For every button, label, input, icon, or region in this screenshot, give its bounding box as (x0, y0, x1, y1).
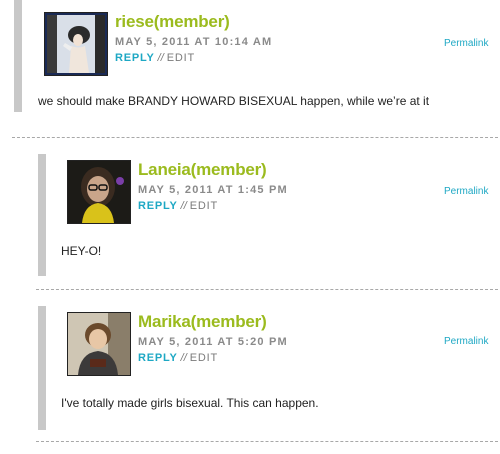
comment-actions: REPLY//EDIT (138, 200, 218, 212)
reply-link[interactable]: REPLY (115, 52, 155, 64)
edit-link[interactable]: EDIT (167, 52, 195, 64)
avatar[interactable] (44, 12, 108, 76)
comment-date: MAY 5, 2011 AT 10:14 AM (115, 36, 273, 48)
comment-divider (36, 441, 498, 442)
comment-thread: riese(member) MAY 5, 2011 AT 10:14 AM RE… (0, 0, 500, 454)
edit-link[interactable]: EDIT (190, 352, 218, 364)
comment-laneia: Laneia(member) MAY 5, 2011 AT 1:45 PM RE… (0, 150, 500, 280)
comment-date: MAY 5, 2011 AT 5:20 PM (138, 336, 288, 348)
comment-body: HEY-O! (61, 244, 102, 258)
comment-divider (36, 289, 498, 290)
permalink-link[interactable]: Permalink (444, 186, 488, 197)
comment-indent-bar (14, 0, 22, 112)
avatar[interactable] (67, 160, 131, 224)
comment-indent-bar (38, 306, 46, 430)
comment-author[interactable]: riese(member) (115, 12, 230, 32)
action-separator: // (180, 200, 187, 212)
comment-author[interactable]: Laneia(member) (138, 160, 267, 180)
comment-date: MAY 5, 2011 AT 1:45 PM (138, 184, 288, 196)
avatar[interactable] (67, 312, 131, 376)
comment-divider (12, 137, 498, 138)
action-separator: // (157, 52, 164, 64)
comment-body: I've totally made girls bisexual. This c… (61, 396, 319, 410)
action-separator: // (180, 352, 187, 364)
comment-body: we should make BRANDY HOWARD BISEXUAL ha… (38, 94, 430, 108)
edit-link[interactable]: EDIT (190, 200, 218, 212)
comment-actions: REPLY//EDIT (115, 52, 195, 64)
comment-marika: Marika(member) MAY 5, 2011 AT 5:20 PM RE… (0, 300, 500, 440)
comment-actions: REPLY//EDIT (138, 352, 218, 364)
permalink-link[interactable]: Permalink (444, 336, 488, 347)
reply-link[interactable]: REPLY (138, 352, 178, 364)
comment-riese: riese(member) MAY 5, 2011 AT 10:14 AM RE… (0, 0, 500, 125)
reply-link[interactable]: REPLY (138, 200, 178, 212)
permalink-link[interactable]: Permalink (444, 38, 488, 49)
comment-indent-bar (38, 154, 46, 276)
comment-author[interactable]: Marika(member) (138, 312, 267, 332)
